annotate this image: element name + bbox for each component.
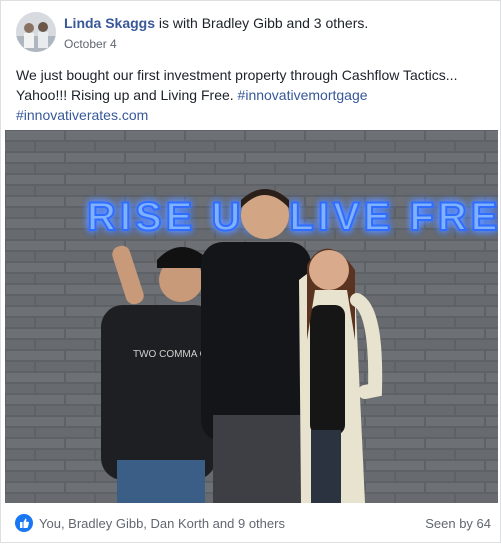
seen-by-count[interactable]: Seen by 64 (425, 516, 491, 531)
reactions-summary[interactable]: You, Bradley Gibb, Dan Korth and 9 other… (39, 516, 285, 531)
author-line: Linda Skaggs is with Bradley Gibb and 3 … (64, 15, 368, 31)
author-name[interactable]: Linda Skaggs (64, 15, 155, 31)
thumbs-up-icon[interactable] (15, 514, 33, 532)
post-card: Linda Skaggs is with Bradley Gibb and 3 … (0, 0, 501, 543)
post-date[interactable]: October 4 (64, 37, 117, 51)
hashtag-innovativemortgage[interactable]: #innovativemortgage (238, 87, 368, 103)
neon-sign: RISE UP LIVE FREE (87, 195, 498, 239)
tagged-people[interactable]: is with Bradley Gibb and 3 others. (159, 15, 368, 31)
post-photo[interactable]: RISE UP LIVE FREE TWO COMMA CLUB (5, 130, 498, 503)
author-avatar[interactable] (16, 12, 56, 52)
post-text: We just bought our first investment prop… (16, 65, 491, 125)
post-footer: You, Bradley Gibb, Dan Korth and 9 other… (1, 503, 501, 544)
hashtag-innovativerates[interactable]: #innovativerates.com (16, 107, 148, 123)
